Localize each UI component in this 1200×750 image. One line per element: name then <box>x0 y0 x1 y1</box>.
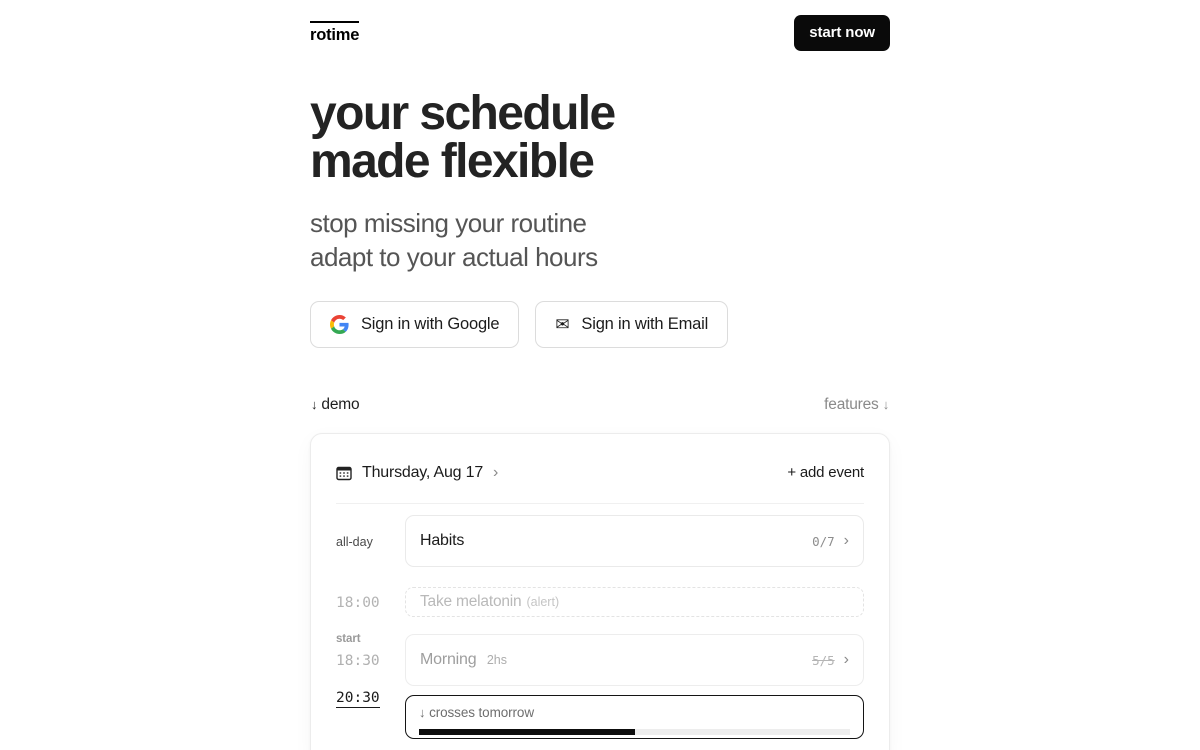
add-event-button[interactable]: + add event <box>787 464 864 481</box>
morning-event-card[interactable]: Morning 2hs 5/5 › <box>405 634 864 686</box>
crosses-tomorrow-note: ↓ crosses tomorrow <box>419 705 850 720</box>
morning-end-time[interactable]: 20:30 <box>336 691 380 708</box>
features-anchor-label: features <box>824 396 879 413</box>
sign-in-email-button[interactable]: ✉ Sign in with Email <box>535 301 729 348</box>
morning-count: 5/5 <box>812 652 835 668</box>
demo-anchor-label: demo <box>321 396 360 413</box>
demo-anchor-link[interactable]: ↓ demo <box>311 396 360 414</box>
all-day-row: all-day Habits 0/7 › <box>336 515 864 567</box>
morning-duration: 2hs <box>486 653 508 667</box>
section-nav-row: ↓ demo features ↓ <box>311 396 889 414</box>
all-day-row-body: Habits 0/7 › <box>405 515 864 567</box>
page-title-line-1: your schedule <box>310 87 616 140</box>
melatonin-type-tag: (alert) <box>526 595 560 609</box>
page-title: your schedule made flexible <box>310 90 930 186</box>
page-title-line-2: made flexible <box>310 135 595 188</box>
google-g-icon <box>330 315 349 334</box>
morning-meta: 5/5 › <box>812 652 849 668</box>
auth-buttons: Sign in with Google ✉ Sign in with Email <box>310 301 729 348</box>
start-label: start <box>336 633 361 645</box>
next-event-card[interactable]: ↓ crosses tomorrow <box>405 695 864 739</box>
all-day-label: all-day <box>336 535 373 549</box>
morning-time-column: start 18:30 20:30 <box>336 633 405 708</box>
sign-in-google-label: Sign in with Google <box>361 315 500 333</box>
chevron-right-icon: › <box>493 463 499 481</box>
features-anchor-link[interactable]: features ↓ <box>824 396 889 414</box>
event-progress-bar <box>419 729 850 735</box>
crosses-tomorrow-label: crosses tomorrow <box>429 705 534 720</box>
melatonin-alert-card[interactable]: Take melatonin (alert) <box>405 587 864 617</box>
sign-in-email-label: Sign in with Email <box>581 315 709 333</box>
morning-start-time[interactable]: 18:30 <box>336 653 395 669</box>
all-day-time-column: all-day <box>336 515 405 549</box>
morning-row: start 18:30 20:30 Morning 2hs 5/5 › ↓ cr… <box>336 633 864 739</box>
hero-subtitle-line-2: adapt to your actual hours <box>310 242 598 273</box>
habits-meta: 0/7 › <box>812 533 849 549</box>
down-arrow-icon: ↓ <box>882 397 890 412</box>
habits-event-card[interactable]: Habits 0/7 › <box>405 515 864 567</box>
sign-in-google-button[interactable]: Sign in with Google <box>310 301 520 348</box>
melatonin-title: Take melatonin <box>420 593 522 610</box>
envelope-icon: ✉ <box>555 315 570 334</box>
site-header: rotime start now <box>310 14 890 52</box>
demo-calendar-card: Thursday, Aug 17 › + add event all-day H… <box>310 433 890 750</box>
hero-section: your schedule made flexible stop missing… <box>310 90 930 274</box>
chevron-right-icon: › <box>843 651 849 668</box>
calendar-date-selector[interactable]: Thursday, Aug 17 › <box>336 464 498 482</box>
chevron-right-icon: › <box>843 532 849 549</box>
calendar-header: Thursday, Aug 17 › + add event <box>336 452 864 504</box>
brand-logo[interactable]: rotime <box>310 21 359 44</box>
hero-subtitle: stop missing your routine adapt to your … <box>310 206 930 274</box>
alert-row-body: Take melatonin (alert) <box>405 587 864 617</box>
down-arrow-icon: ↓ <box>311 397 318 412</box>
calendar-icon <box>336 465 352 481</box>
landing-page: rotime start now your schedule made flex… <box>0 0 1200 750</box>
down-arrow-icon: ↓ <box>419 705 426 720</box>
alert-row: 18:00 Take melatonin (alert) <box>336 587 864 617</box>
morning-title-wrap: Morning 2hs <box>420 651 507 669</box>
alert-time-column: 18:00 <box>336 587 405 611</box>
habits-title: Habits <box>420 532 465 549</box>
morning-title: Morning <box>420 651 477 668</box>
event-progress-fill <box>419 729 635 735</box>
hero-subtitle-line-1: stop missing your routine <box>310 208 587 238</box>
habits-count: 0/7 <box>812 533 835 549</box>
morning-row-body: Morning 2hs 5/5 › ↓ crosses tomorrow <box>405 634 864 739</box>
alert-time-label: 18:00 <box>336 595 380 611</box>
start-now-button[interactable]: start now <box>794 15 890 51</box>
calendar-date-label: Thursday, Aug 17 <box>362 463 484 481</box>
